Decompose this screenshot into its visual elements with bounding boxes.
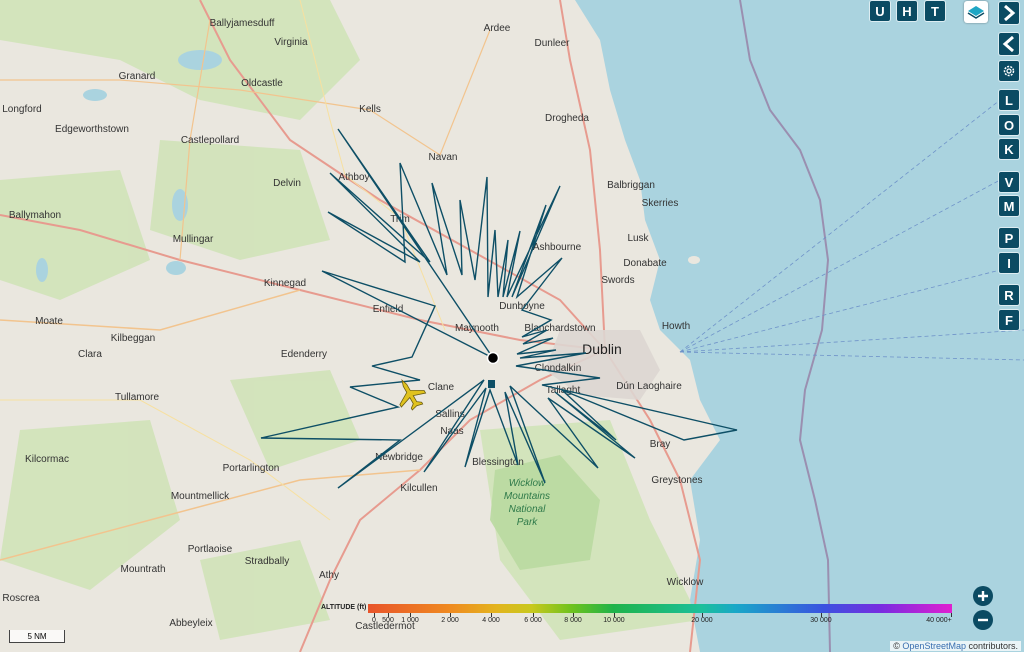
park-label-line: Wicklow [509,478,546,489]
park-label-line: National [509,504,546,515]
place-label: Drogheda [545,113,589,124]
place-label: Balbriggan [607,180,655,191]
altitude-color-bar [368,604,952,613]
legend-tick-label: 20 000 [691,617,713,624]
receiver-location-icon [486,351,500,365]
park-label-line: Mountains [504,491,550,502]
place-label: Howth [662,321,690,332]
place-label: Castlepollard [181,135,239,146]
island [688,256,700,264]
attribution: © OpenStreetMap contributors. [890,641,1021,651]
place-label: Mountrath [120,564,165,575]
place-label: Clane [428,382,455,393]
openstreetmap-link[interactable]: OpenStreetMap [902,641,966,651]
toggle-tracks-button[interactable]: T [925,1,945,21]
altitude-legend-title: ALTITUDE (ft) [321,604,367,611]
place-label: Delvin [273,178,301,189]
place-label: Longford [2,104,41,115]
legend-tick-label: 0 [372,617,376,624]
toggle-i-button[interactable]: I [999,253,1019,273]
place-label: Blanchardstown [524,323,595,334]
place-label: Sallins [435,409,464,420]
place-label: Ballyjamesduff [210,18,275,29]
place-label: Maynooth [455,323,499,334]
place-label: Lusk [627,233,649,244]
place-label: Greystones [651,475,702,486]
place-label: Roscrea [2,593,40,604]
place-label: Portlaoise [188,544,233,555]
expand-sidebar-button[interactable] [999,2,1019,24]
place-label: Oldcastle [241,78,283,89]
legend-tick-label: 40 000+ [926,617,952,624]
attribution-suffix: contributors. [965,641,1018,651]
place-label: Kinnegad [264,278,306,289]
toggle-m-button[interactable]: M [999,196,1019,216]
legend-tick-label: 10 000 [603,617,625,624]
zoom-out-button[interactable] [973,610,993,630]
chevron-left-icon [1002,36,1014,52]
place-label: Donabate [623,258,667,269]
scale-label: 5 NM [27,631,47,641]
place-label: Stradbally [245,556,289,567]
scale-bar: 5 NM [9,630,65,643]
legend-tick-label: 30 000 [810,617,832,624]
place-label: Kells [359,104,381,115]
place-label: Granard [119,71,156,82]
gear-icon [1003,65,1015,77]
place-label: Bray [650,439,671,450]
layers-button[interactable] [964,1,988,23]
toggle-v-button[interactable]: V [999,172,1019,192]
place-label: Dún Laoghaire [616,381,682,392]
place-label: Clara [78,349,102,360]
place-label: Skerries [642,198,679,209]
place-label: Abbeyleix [169,618,212,629]
map-canvas[interactable]: Ballyjamesduff Virginia Ardee Dunleer Granar… [0,0,1024,652]
place-label: Ballymahon [9,210,61,221]
toggle-f-button[interactable]: F [999,310,1019,330]
place-label: Navan [429,152,458,163]
zoom-in-button[interactable] [973,586,993,606]
legend-tick-label: 2 000 [441,617,459,624]
legend-tick-label: 4 000 [482,617,500,624]
place-label: Tullamore [115,392,160,403]
place-label: Kilcormac [25,454,69,465]
place-label: Mountmellick [171,491,230,502]
place-label: Kilbeggan [111,333,155,344]
minus-icon [978,618,988,622]
toggle-h-button[interactable]: H [897,1,917,21]
toggle-l-button[interactable]: L [999,90,1019,110]
place-label: Ardee [484,23,511,34]
legend-tick-label: 8 000 [564,617,582,624]
place-label: Kilcullen [400,483,437,494]
place-label: Dublin [582,341,622,357]
plus-icon [978,591,988,601]
place-label: Wicklow [667,577,704,588]
park-label-line: Park [517,517,539,528]
toggle-k-button[interactable]: K [999,139,1019,159]
place-label: Swords [601,275,634,286]
place-label: Portarlington [223,463,280,474]
place-label: Naas [440,426,463,437]
place-label: Athboy [338,172,369,183]
toggle-units-button[interactable]: U [870,1,890,21]
place-label: Moate [35,316,63,327]
collapse-sidebar-button[interactable] [999,33,1019,55]
settings-button[interactable] [999,61,1019,81]
legend-tick-label: 500 [382,617,394,624]
place-label: Athy [319,570,339,581]
aircraft-small-icon[interactable] [488,380,495,388]
chevron-right-icon [1004,5,1016,21]
place-label: Mullingar [173,234,214,245]
legend-tick-label: 1 000 [401,617,419,624]
toggle-p-button[interactable]: P [999,228,1019,248]
place-label: Dunleer [534,38,570,49]
toggle-r-button[interactable]: R [999,285,1019,305]
layers-icon [967,6,985,19]
legend-tick-label: 6 000 [524,617,542,624]
place-label: Ashbourne [533,242,582,253]
place-label: Virginia [274,37,308,48]
place-label: Edenderry [281,349,327,360]
toggle-o-button[interactable]: O [999,115,1019,135]
place-label: Edgeworthstown [55,124,129,135]
